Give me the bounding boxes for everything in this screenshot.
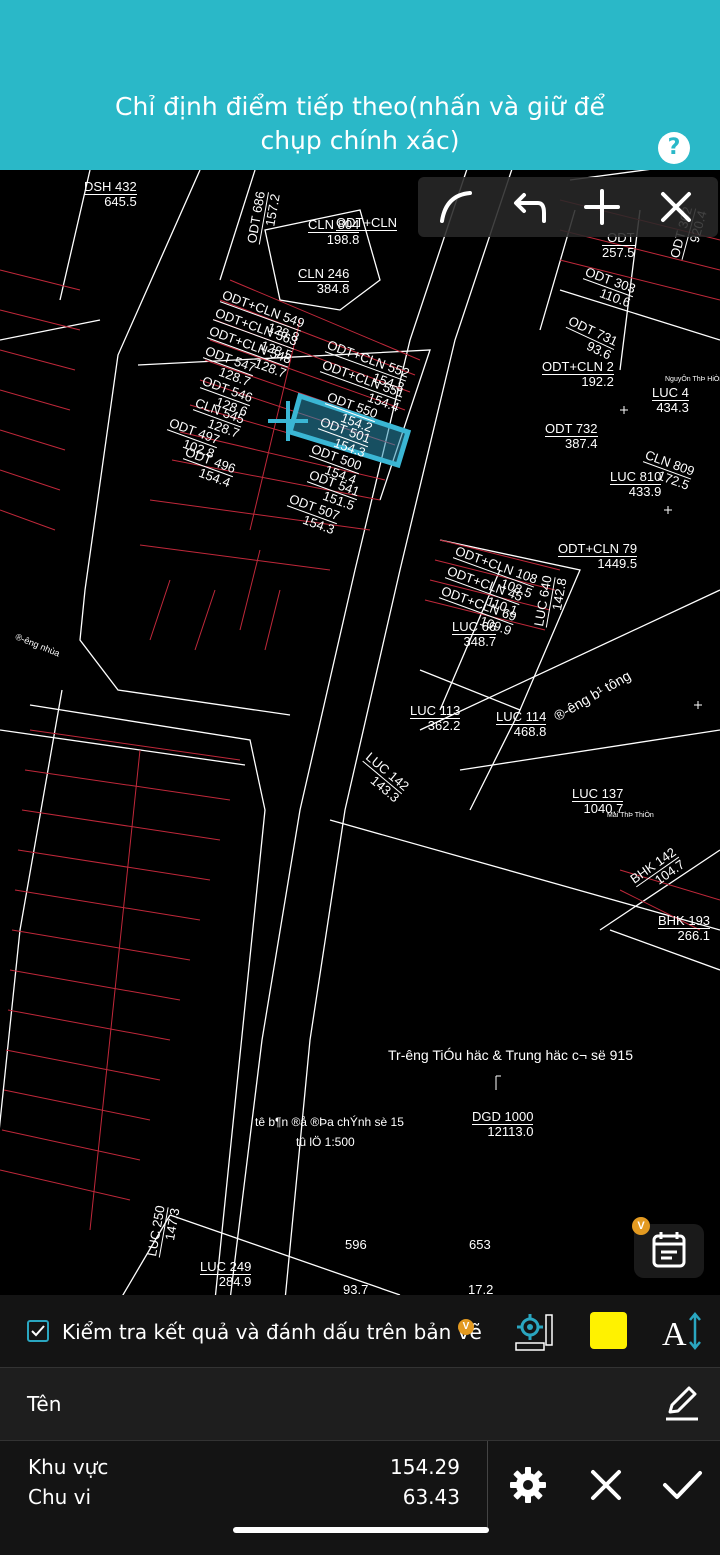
parcel-label: LUC 249 284.9 <box>200 1259 252 1289</box>
drawing-toolbar <box>418 177 718 237</box>
arc-icon[interactable] <box>432 183 480 231</box>
divider <box>487 1441 488 1529</box>
edit-icon[interactable] <box>662 1382 702 1422</box>
notes-badge: V <box>632 1217 650 1235</box>
check-row: Kiểm tra kết quả và đánh dấu trên bản vẽ… <box>0 1295 720 1368</box>
parcel-label: LUC 114 468.8 <box>496 709 547 739</box>
area-value: 154.29 <box>390 1455 460 1479</box>
add-point-icon[interactable] <box>578 183 626 231</box>
parcel-label: BHK 193 266.1 <box>658 913 711 943</box>
close-icon[interactable] <box>652 183 700 231</box>
parcel-label: DSH 432 645.5 <box>84 179 137 209</box>
parcel-label: CLN 246 384.8 <box>298 266 350 296</box>
sheet-label: tê b¶n ®å ®Þa chÝnh sè 15 <box>255 1115 404 1129</box>
name-label: Tên <box>27 1392 62 1416</box>
scale-label: tû lÖ 1:500 <box>296 1135 355 1149</box>
check-checkbox[interactable] <box>27 1320 49 1342</box>
help-icon[interactable]: ? <box>658 132 690 164</box>
parcel-label: ODT+CLN <box>336 215 398 231</box>
home-indicator <box>233 1527 489 1533</box>
instruction-title: Chỉ định điểm tiếp theo(nhấn và giữ để c… <box>115 92 605 155</box>
map-number: 93.7 <box>343 1282 369 1296</box>
parcel-label: LUC 113 362.2 <box>410 703 461 733</box>
parcel-label: ODT+CLN 2 192.2 <box>542 359 614 389</box>
ruler-settings-icon[interactable] <box>510 1309 556 1353</box>
confirm-icon[interactable] <box>658 1463 706 1507</box>
owner-label: Mai ThÞ ThiÒn <box>607 812 654 819</box>
check-badge: V <box>458 1319 474 1335</box>
svg-text:A: A <box>662 1316 687 1353</box>
cadastral-map[interactable]: DSH 432 645.5 CLN 804 198.8 CLN 246 384.8 ODT … <box>0 170 720 1295</box>
settings-icon[interactable] <box>506 1463 550 1507</box>
text-size-icon[interactable]: A <box>660 1309 704 1353</box>
map-number: 596 <box>345 1237 367 1252</box>
name-row[interactable]: Tên <box>0 1368 720 1441</box>
color-swatch[interactable] <box>590 1312 627 1349</box>
measure-panel: Kiểm tra kết quả và đánh dấu trên bản vẽ… <box>0 1295 720 1555</box>
undo-icon[interactable] <box>504 183 552 231</box>
school-label: Tr-êng TiÓu häc & Trung häc c¬ së 915 <box>388 1047 633 1063</box>
perimeter-value: 63.43 <box>402 1485 460 1509</box>
area-label: Khu vực <box>28 1455 109 1479</box>
parcel-label: ODT 732 387.4 <box>545 421 598 451</box>
parcel-label: LUC 4 434.3 <box>652 385 689 415</box>
parcel-label: DGD 1000 12113.0 <box>472 1109 534 1139</box>
perimeter-label: Chu vi <box>28 1485 92 1509</box>
owner-label: NguyÔn ThÞ HiÒn <box>665 376 720 383</box>
instruction-header: Chỉ định điểm tiếp theo(nhấn và giữ để c… <box>0 0 720 170</box>
check-label: Kiểm tra kết quả và đánh dấu trên bản vẽ <box>62 1320 482 1344</box>
measurement-row: Khu vực 154.29 Chu vi 63.43 <box>0 1441 720 1555</box>
map-number: 17.2 <box>468 1282 494 1296</box>
cancel-icon[interactable] <box>584 1463 628 1507</box>
parcel-label: LUC 66 348.7 <box>452 619 497 649</box>
parcel-label: LUC 810 433.9 <box>610 469 662 499</box>
map-number: 653 <box>469 1237 491 1252</box>
parcel-label: ODT+CLN 79 1449.5 <box>558 541 638 571</box>
